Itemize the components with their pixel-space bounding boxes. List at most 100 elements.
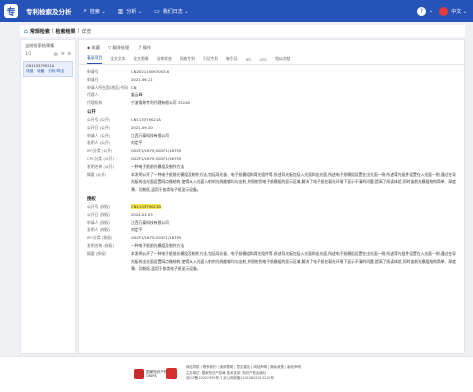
result-item-detail-link[interactable]: 详细 (26, 69, 33, 74)
tab-cpc[interactable]: CPC (260, 57, 268, 64)
result-list-item[interactable]: CN115379021A 详细 收藏 分析/导出 (23, 61, 73, 77)
field-label: 代理机构 (87, 100, 103, 106)
abstract-text: 本发明公开了一种电子纸前光模组及制作方法,包括导光板、电子纸模组和背光组件等,所… (131, 250, 456, 272)
field-row: 代理机构 宁波甬致专利代理有限公司 33228 (87, 99, 456, 107)
field-label: 摘要 (授权) (87, 250, 107, 256)
language-switch[interactable]: 中文 ⌄ (439, 6, 467, 16)
field-value: 2021.06.11 (131, 76, 153, 82)
field-label: 发明人 (公开) (87, 140, 111, 146)
sidebar-header: 当前检索结果集 (25, 43, 55, 48)
field-value: 一种电子纸前光模组及制作方法 (131, 163, 185, 169)
menu-icon[interactable]: ☰ (61, 51, 65, 56)
tab-bibliographic[interactable]: 著录项目 (87, 55, 103, 64)
nav-search[interactable]: ⌕ 检索 ⌄ (84, 7, 106, 15)
result-set-sidebar: 当前检索结果集 1/1 ▤ ☰ ⚙ CN115379021A 详细 收藏 分析/… (20, 39, 76, 354)
cnipa-emblem-icon (134, 369, 144, 379)
tab-similar[interactable]: 相似文献 (275, 56, 290, 64)
tab-fulltext[interactable]: 全文文本 (110, 56, 125, 64)
breadcrumb-separator: | (51, 28, 54, 34)
field-label: 申请号 (87, 69, 99, 74)
field-value: 江西万泰科技有限公司 (131, 132, 169, 138)
grant-section-title: 授权 (87, 196, 96, 202)
breadcrumb-search-results[interactable]: 检索结果 (56, 28, 76, 35)
field-label: 申请人所在国(地区)代码 (87, 84, 128, 90)
field-value: CN202110097053.6 (131, 69, 170, 74)
result-item-favorite-link[interactable]: 收藏 (37, 69, 44, 74)
field-value: 2021.09.10 (131, 124, 153, 130)
field-row: 公开号 (公开) CN113379021A (87, 116, 456, 124)
breadcrumb-detail: 详览 (81, 28, 92, 35)
field-value: CN (131, 84, 137, 90)
cnipa-abbr: CNIPA (146, 374, 157, 378)
field-label: 摘要 (公开) (87, 171, 107, 177)
nav-log[interactable]: ▭ 我们日志 ⌄ (154, 8, 188, 15)
breadcrumb-regular-search[interactable]: 常规检索 (30, 28, 50, 35)
field-row: 发明人 (公开) 刘定平 (87, 139, 456, 147)
breadcrumb: ⌂ 常规检索 | 检索结果 | 详览 (20, 25, 465, 37)
tab-family[interactable]: 同族专利 (180, 56, 195, 64)
field-row: CPC分类 (公开) G02F1/1675;G02F1/16755 (87, 155, 456, 163)
nav-analysis-label: 分析 ⌄ (126, 8, 143, 15)
tab-ipc[interactable]: IPC (246, 57, 252, 64)
translate-button[interactable]: ▽ 翻译处理 (108, 45, 129, 51)
field-label: 公开号 (授权) (87, 203, 111, 209)
help-icon: ? (417, 6, 427, 16)
field-row: 公开号 (授权) CN113379021B (87, 203, 456, 211)
field-row: 发明名称 (公开) 一种电子纸前光模组及制作方法 (87, 163, 456, 171)
field-row: IPC分类 (公开) G02F1/1675;G02F1/16755 (87, 147, 456, 155)
breadcrumb-separator: | (77, 28, 80, 34)
field-value: 姜云峰 (131, 92, 143, 98)
field-label: 申请人 (授权) (87, 219, 111, 225)
app-title[interactable]: 专利检索及分析 (26, 6, 72, 16)
field-row: 发明人 (授权) 刘定平 (87, 226, 456, 234)
detail-toolbar: ◆ 收藏 ▽ 翻译处理 ⤴ 操作 (79, 40, 464, 56)
page-footer: 国家知识产权局 CNIPA 网站导航 | 联系我们 | 使用帮助 | 意见建议 |… (0, 356, 473, 392)
field-label: 申请日 (87, 76, 99, 82)
field-row: IPC分类 (授权) G02F1/1675;G02F1/16755 (87, 234, 456, 242)
detail-tabs: 著录项目 全文文本 全文图像 法律状态 同族专利 引证专利 被引证 IPC CP… (79, 55, 464, 65)
field-label: 代理人 (87, 92, 99, 98)
favorite-button[interactable]: ◆ 收藏 (87, 45, 100, 51)
field-value: 刘定平 (131, 227, 143, 233)
field-row: 申请号 CN202110097053.6 (87, 68, 456, 76)
nav-search-label: 检索 ⌄ (89, 8, 106, 15)
tab-citations[interactable]: 引证专利 (203, 56, 218, 64)
field-value: 刘定平 (131, 140, 143, 146)
field-label: 发明名称 (公开) (87, 163, 114, 169)
list-view-icon[interactable]: ▤ (54, 51, 58, 56)
tab-legal-status[interactable]: 法律状态 (157, 56, 172, 64)
tab-cited-by[interactable]: 被引证 (226, 56, 237, 64)
search-icon: ⌕ (83, 7, 87, 14)
field-row: 摘要 (授权) 本发明公开了一种电子纸前光模组及制作方法,包括导光板、电子纸模组和… (87, 250, 456, 273)
result-item-id: CN115379021A (26, 64, 55, 68)
footer-links: 网站导航 | 联系我们 | 使用帮助 | 意见建议 | 网站声明 | 隐私政策 … (186, 365, 386, 382)
field-row: 公开日 (授权) 2024.04.05 (87, 211, 456, 219)
field-value: 宁波甬致专利代理有限公司 33228 (131, 100, 190, 106)
folder-icon: ▭ (154, 7, 160, 15)
field-label: 公开日 (授权) (87, 211, 111, 217)
field-row: 摘要 (公开) 本发明公开了一种电子纸前光模组及制作方法,包括导光板、电子纸模组和… (87, 171, 456, 194)
highlighted-value: CN113379021B (131, 203, 161, 209)
tab-fulltext-image[interactable]: 全文图像 (133, 56, 148, 64)
top-nav-bar: 专 专利检索及分析 ⌕ 检索 ⌄ ▥ 分析 ⌄ ▭ 我们日志 ⌄ ? ⌄ 中文 … (0, 0, 473, 22)
field-label: 发明名称 (授权) (87, 242, 114, 248)
app-logo[interactable]: 专 (4, 4, 18, 18)
home-icon[interactable]: ⌂ (24, 28, 28, 35)
field-label: CPC分类 (公开) (87, 155, 114, 161)
nav-analysis[interactable]: ▥ 分析 ⌄ (118, 8, 142, 15)
result-item-export-link[interactable]: 分析/导出 (48, 69, 64, 74)
field-value: G02F1/1675;G02F1/16755 (131, 155, 182, 161)
field-label: 发明人 (授权) (87, 227, 111, 233)
government-badge-icon[interactable] (166, 368, 177, 379)
result-count: 1/1 (25, 51, 32, 56)
settings-icon[interactable]: ⚙ (67, 51, 71, 56)
publication-section-title: 公开 (87, 109, 96, 115)
operate-button[interactable]: ⤴ 操作 (137, 45, 151, 51)
field-row: 公开日 (公开) 2021.09.10 (87, 124, 456, 132)
footer-icp[interactable]: 京ICP备12002359号-1 京公网安备11010802013210号 (186, 376, 386, 382)
field-value: 2024.04.05 (131, 211, 153, 217)
field-value: G02F1/1675;G02F1/16755 (131, 148, 182, 154)
field-value: CN113379021A (131, 116, 161, 122)
user-menu[interactable]: ? ⌄ (417, 6, 434, 16)
user-menu-caret: ⌄ (429, 8, 434, 14)
